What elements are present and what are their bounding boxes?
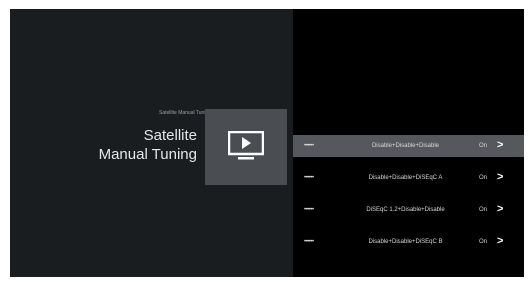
chevron-right-icon[interactable]: > xyxy=(497,203,503,215)
satellite-row-3[interactable]: •••••• DiSEqC 1.2+Disable+Disable On > xyxy=(293,199,524,221)
chevron-right-icon[interactable]: > xyxy=(497,171,503,183)
satellite-name: •••••• xyxy=(304,175,314,181)
satellite-state: On xyxy=(479,239,488,245)
satellite-config: Disable+Disable+DiSEqC B xyxy=(368,239,443,245)
chevron-right-icon[interactable]: > xyxy=(497,235,503,247)
satellite-row-4[interactable]: •••••• Disable+Disable+DiSEqC B On > xyxy=(293,231,524,253)
satellite-name: •••••• xyxy=(304,143,314,149)
left-pane: Satellite Manual Tuning Satellite Manual… xyxy=(10,9,293,277)
satellite-name: •••••• xyxy=(304,239,314,245)
tv-screen: Satellite Manual Tuning Satellite Manual… xyxy=(10,9,524,277)
satellite-config: Disable+Disable+DiSEqC A xyxy=(368,175,443,181)
page-title-line1: Satellite xyxy=(143,127,197,144)
tv-play-icon xyxy=(228,131,264,160)
satellite-row-1[interactable]: •••••• Disable+Disable+Disable On > xyxy=(293,135,524,157)
page-title-line2: Manual Tuning xyxy=(98,146,197,163)
satellite-config: DiSEqC 1.2+Disable+Disable xyxy=(366,207,445,213)
satellite-state: On xyxy=(479,207,488,213)
breadcrumb: Satellite Manual Tuning xyxy=(159,110,211,116)
satellite-list: •••••• Disable+Disable+Disable On > ••••… xyxy=(293,135,524,263)
chevron-right-icon[interactable]: > xyxy=(497,139,503,151)
satellite-state: On xyxy=(479,143,488,149)
tv-tile xyxy=(205,109,287,185)
satellite-row-2[interactable]: •••••• Disable+Disable+DiSEqC A On > xyxy=(293,167,524,189)
satellite-state: On xyxy=(479,175,488,181)
satellite-name: •••••• xyxy=(304,207,314,213)
page-title: Satellite Manual Tuning xyxy=(99,126,197,164)
satellite-config: Disable+Disable+Disable xyxy=(371,143,440,149)
